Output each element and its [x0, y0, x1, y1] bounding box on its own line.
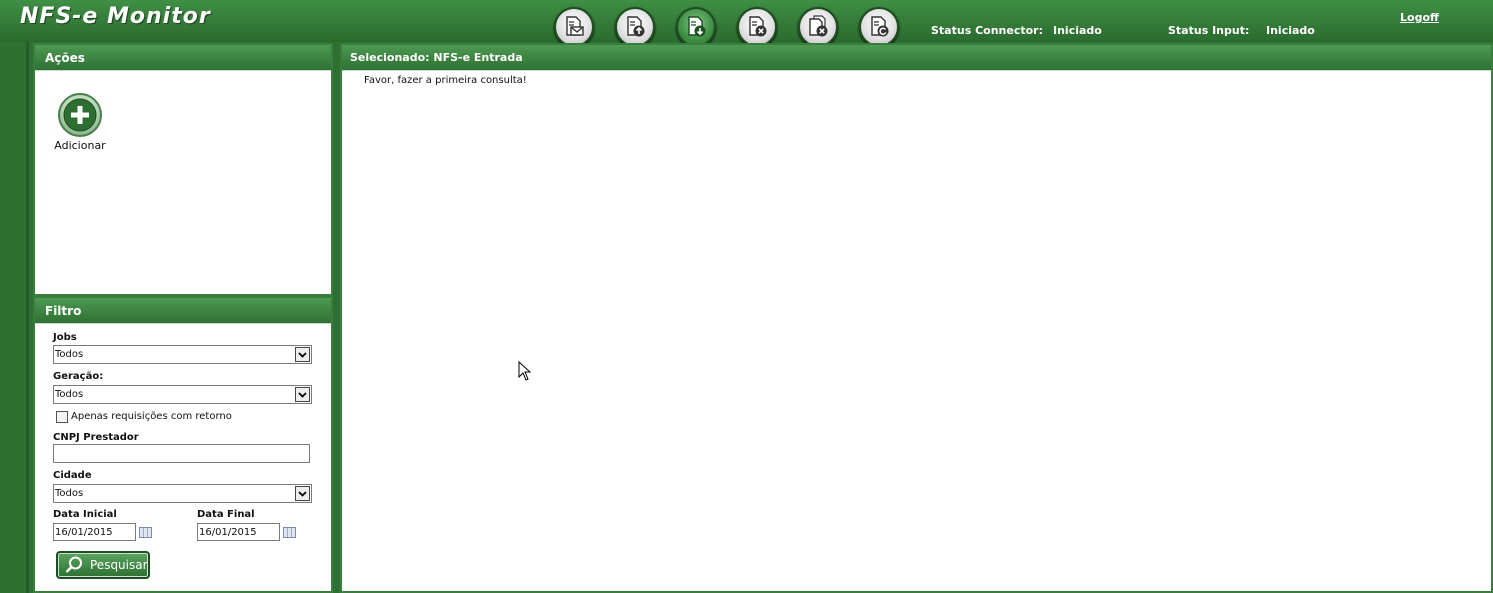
upload-doc-button[interactable]: [615, 7, 655, 47]
cnpj-input[interactable]: [53, 444, 310, 463]
data-final-label: Data Final: [197, 509, 255, 520]
status-input-value: Iniciado: [1266, 24, 1315, 37]
actions-panel-title: Ações: [35, 45, 331, 71]
only-with-return-checkbox[interactable]: [56, 411, 68, 423]
strip-divider: [26, 42, 29, 593]
cnpj-label: CNPJ Prestador: [53, 432, 139, 443]
upload-doc-icon: [627, 16, 645, 37]
send-email-button[interactable]: [554, 7, 594, 47]
only-with-return-label: Apenas requisições com retorno: [71, 411, 232, 422]
jobs-label: Jobs: [53, 332, 77, 343]
search-button[interactable]: Pesquisar: [56, 551, 150, 579]
chevron-down-icon[interactable]: [295, 387, 310, 402]
cancel-batch-button[interactable]: [798, 7, 838, 47]
data-inicial-label: Data Inicial: [53, 509, 117, 520]
chevron-down-icon[interactable]: [295, 486, 310, 501]
logoff-link[interactable]: Logoff: [1400, 11, 1439, 24]
geracao-select[interactable]: Todos: [53, 385, 312, 404]
cidade-label: Cidade: [53, 470, 92, 481]
chevron-down-icon[interactable]: [295, 347, 310, 362]
calendar-icon[interactable]: [139, 527, 152, 538]
add-button[interactable]: Adicionar: [53, 93, 107, 152]
content-panel-title: Selecionado: NFS-e Entrada: [342, 45, 1491, 71]
search-icon: [65, 556, 82, 573]
content-panel: Selecionado: NFS-e Entrada Favor, fazer …: [340, 43, 1493, 593]
status-connector-label: Status Connector:: [931, 24, 1043, 37]
search-button-label: Pesquisar: [90, 558, 148, 572]
cidade-select[interactable]: Todos: [53, 484, 312, 503]
mouse-cursor-icon: [518, 361, 532, 381]
actions-panel: Ações Adicionar: [33, 43, 333, 296]
status-connector-value: Iniciado: [1053, 24, 1102, 37]
add-label: Adicionar: [54, 139, 106, 152]
left-strip: [0, 42, 32, 593]
cancel-batch-icon: [809, 15, 828, 37]
refresh-doc-button[interactable]: [859, 7, 899, 47]
cancel-doc-icon: [749, 16, 767, 37]
cidade-select-value: Todos: [55, 488, 84, 499]
plus-icon: [63, 98, 97, 132]
cancel-doc-button[interactable]: [737, 7, 777, 47]
add-circle: [58, 93, 102, 137]
geracao-label: Geração:: [53, 371, 104, 382]
jobs-select-value: Todos: [55, 349, 84, 360]
empty-message: Favor, fazer a primeira consulta!: [364, 75, 527, 86]
status-input-label: Status Input:: [1168, 24, 1250, 37]
filter-panel-title: Filtro: [35, 298, 331, 324]
geracao-select-value: Todos: [55, 389, 84, 400]
data-final-input[interactable]: 16/01/2015: [197, 523, 280, 541]
app-title: NFS-e Monitor: [20, 4, 211, 29]
top-bar: NFS-e Monitor Status Connector: Iniciado…: [0, 0, 1493, 47]
calendar-icon[interactable]: [283, 527, 296, 538]
download-doc-icon: [688, 16, 706, 37]
jobs-select[interactable]: Todos: [53, 345, 312, 364]
filter-panel: Filtro Jobs Todos Geração: Todos Apenas …: [33, 296, 333, 593]
refresh-doc-icon: [871, 16, 889, 37]
download-doc-button[interactable]: [676, 7, 716, 47]
send-email-icon: [566, 16, 584, 36]
data-inicial-input[interactable]: 16/01/2015: [53, 523, 136, 541]
